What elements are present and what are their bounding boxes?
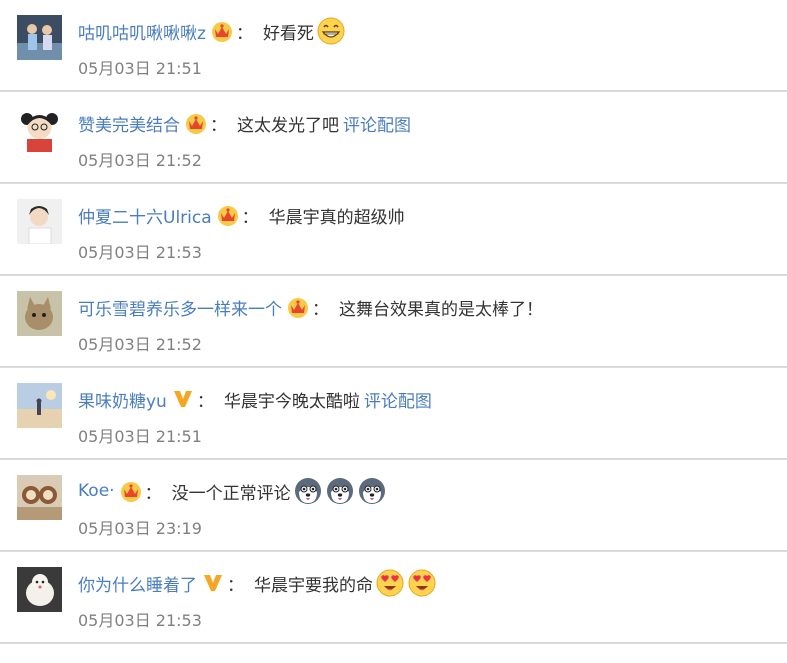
husky-emoji-icon — [293, 476, 323, 506]
comment-item: 仲夏二十六Ulrica ： 华晨宇真的超级帅 05月03日 21:53 — [0, 184, 787, 276]
separator: ： — [144, 483, 162, 504]
username-link[interactable]: 咕叽咕叽啾啾啾z — [78, 19, 206, 44]
husky-emoji-icon — [357, 476, 387, 506]
comment-time: 05月03日 21:52 — [78, 335, 202, 354]
avatar[interactable] — [17, 383, 62, 428]
comment-item: 可乐雪碧养乐多一样来一个 ： 这舞台效果真的是太棒了！ 05月03日 21:52 — [0, 276, 787, 368]
grin-emoji-icon — [316, 16, 346, 46]
comment-time: 05月03日 21:53 — [78, 243, 202, 262]
comment-item: 果味奶糖yu ： 华晨宇今晚太酷啦 评论配图 05月03日 21:51 — [0, 368, 787, 460]
heart-eyes-emoji-icon — [407, 568, 437, 598]
avatar[interactable] — [17, 199, 62, 244]
avatar[interactable] — [17, 567, 62, 612]
comment-text: 华晨宇今晚太酷啦 — [223, 391, 360, 412]
avatar[interactable] — [17, 291, 62, 336]
comment-item: 赞美完美结合 ： 这太发光了吧 评论配图 05月03日 21:52 — [0, 92, 787, 184]
separator: ： — [227, 575, 244, 596]
comment-time: 05月03日 21:51 — [78, 59, 202, 78]
username-link[interactable]: 可乐雪碧养乐多一样来一个 — [78, 295, 282, 320]
crown-badge-icon[interactable] — [119, 479, 143, 503]
comment-image-link[interactable]: 评论配图 — [343, 111, 411, 136]
comment-time: 05月03日 21:52 — [78, 151, 202, 170]
verified-v-icon[interactable] — [201, 571, 225, 595]
heart-eyes-emoji-icon — [375, 568, 405, 598]
avatar[interactable] — [17, 107, 62, 152]
crown-badge-icon[interactable] — [210, 19, 234, 43]
username-link[interactable]: 仲夏二十六Ulrica — [78, 203, 212, 228]
avatar[interactable] — [17, 15, 62, 60]
comment-text: 这舞台效果真的是太棒了！ — [339, 299, 543, 320]
comment-text: 华晨宇要我的命 — [254, 575, 373, 596]
crown-badge-icon[interactable] — [216, 203, 240, 227]
comment-text: 这太发光了吧 — [237, 115, 339, 136]
username-link[interactable]: 赞美完美结合 — [78, 111, 180, 136]
comment-text: 好看死 — [262, 23, 314, 44]
comment-time: 05月03日 21:51 — [78, 427, 202, 446]
comment-item: Koe· ： 没一个正常评论 05月03日 23:19 — [0, 460, 787, 552]
comment-item: 咕叽咕叽啾啾啾z ： 好看死 05月03日 21:51 — [0, 0, 787, 92]
username-link[interactable]: 果味奶糖yu — [78, 387, 167, 412]
avatar[interactable] — [17, 475, 62, 520]
husky-emoji-icon — [325, 476, 355, 506]
crown-badge-icon[interactable] — [184, 111, 208, 135]
verified-v-icon[interactable] — [171, 387, 195, 411]
separator: ： — [235, 23, 253, 44]
crown-badge-icon[interactable] — [286, 295, 310, 319]
comment-item: 你为什么睡着了 ： 华晨宇要我的命 05月03日 21:53 — [0, 552, 787, 644]
comment-image-link[interactable]: 评论配图 — [364, 387, 432, 412]
username-link[interactable]: Koe· — [78, 481, 115, 501]
comment-text: 华晨宇真的超级帅 — [268, 207, 405, 228]
comment-text: 没一个正常评论 — [171, 483, 291, 504]
username-link[interactable]: 你为什么睡着了 — [78, 571, 197, 596]
comment-time: 05月03日 21:53 — [78, 611, 202, 630]
separator: ： — [241, 207, 259, 228]
comment-list: 咕叽咕叽啾啾啾z ： 好看死 05月03日 21:51 赞美完美结合 ： 这太发… — [0, 0, 787, 644]
separator: ： — [196, 391, 214, 412]
separator: ： — [210, 115, 227, 136]
comment-time: 05月03日 23:19 — [78, 519, 202, 538]
separator: ： — [312, 299, 329, 320]
